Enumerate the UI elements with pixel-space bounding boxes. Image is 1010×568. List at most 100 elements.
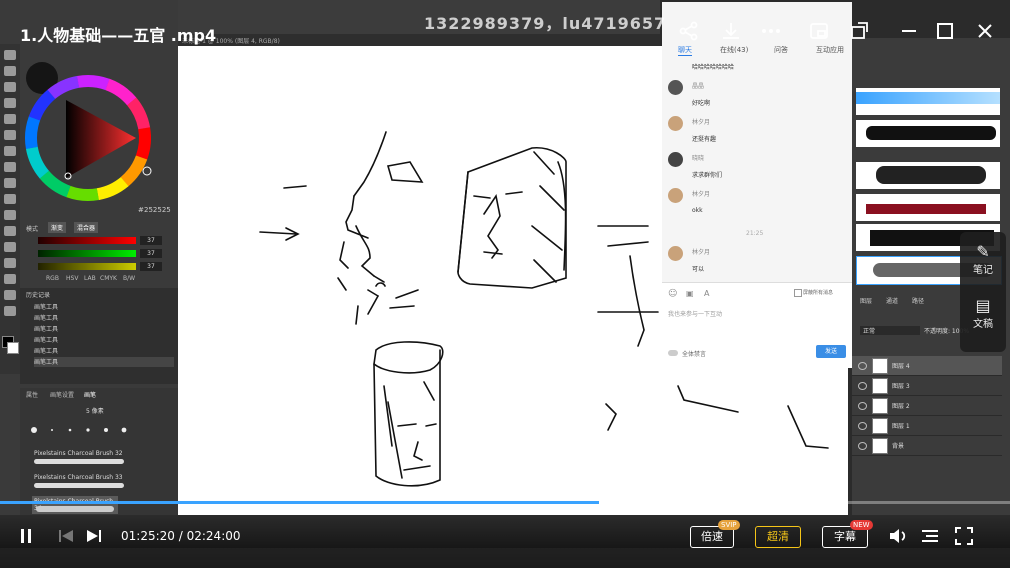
- close-icon[interactable]: [974, 20, 996, 42]
- brush-name[interactable]: Pixelstains Charcoal Brush 32: [34, 450, 123, 457]
- image-icon[interactable]: ▣: [686, 289, 694, 298]
- doc-button[interactable]: ▤ 文稿: [960, 296, 1006, 330]
- eraser-tool-icon[interactable]: [4, 162, 16, 172]
- skip-back-icon[interactable]: [18, 526, 38, 550]
- ruler-tool-icon[interactable]: [4, 274, 16, 284]
- gradient-tool-icon[interactable]: [4, 210, 16, 220]
- color-wheel[interactable]: #: [20, 56, 178, 216]
- chat-input[interactable]: 我也来参与一下互动: [668, 309, 722, 318]
- selection-tool-icon[interactable]: [4, 82, 16, 92]
- share-icon[interactable]: [678, 20, 700, 42]
- brush-preset-thumb[interactable]: [856, 88, 1000, 115]
- brush-tool-icon[interactable]: [4, 130, 16, 140]
- next-icon[interactable]: [84, 526, 104, 550]
- visibility-icon[interactable]: [858, 382, 867, 390]
- prev-icon[interactable]: [56, 526, 76, 550]
- visibility-icon[interactable]: [858, 402, 867, 410]
- fullscreen-icon[interactable]: [954, 526, 974, 550]
- history-item[interactable]: 画笔工具: [34, 313, 174, 323]
- visibility-icon[interactable]: [858, 422, 867, 430]
- layer-row[interactable]: 图层 3: [852, 376, 1002, 396]
- volume-icon[interactable]: [888, 526, 910, 550]
- text-tool-icon[interactable]: [4, 242, 16, 252]
- green-value[interactable]: 37: [140, 249, 162, 258]
- layer-row[interactable]: 背景: [852, 436, 1002, 456]
- blue-slider[interactable]: 37: [26, 262, 162, 271]
- chat-message-name: 晶晶: [692, 83, 705, 90]
- history-item-selected[interactable]: 画笔工具: [34, 357, 174, 367]
- history-item[interactable]: 画笔工具: [34, 346, 174, 356]
- model-tab-hsv[interactable]: HSV: [66, 275, 78, 282]
- color-hex-value[interactable]: 252525: [144, 206, 171, 214]
- color-tab[interactable]: 模式: [26, 224, 38, 233]
- brush-item-selected[interactable]: Pixelstains Charcoal Brush 34: [32, 496, 118, 514]
- total-time: 02:24:00: [186, 529, 241, 543]
- move-tool-icon[interactable]: [4, 50, 16, 60]
- font-icon[interactable]: A: [704, 289, 709, 298]
- download-icon[interactable]: [720, 20, 742, 42]
- quality-button[interactable]: 超清: [755, 526, 801, 548]
- lasso-tool-icon[interactable]: [4, 66, 16, 76]
- pen-tool-icon[interactable]: [4, 114, 16, 124]
- brush-tab[interactable]: 画笔设置: [50, 390, 74, 399]
- layer-row[interactable]: 图层 1: [852, 416, 1002, 436]
- color-tab[interactable]: 混合器: [74, 222, 99, 233]
- hand-tool-icon[interactable]: [4, 290, 16, 300]
- tab-apps[interactable]: 互动应用: [816, 45, 844, 55]
- tab-paths[interactable]: 路径: [912, 296, 924, 305]
- blue-value[interactable]: 37: [140, 262, 162, 271]
- more-icon[interactable]: [760, 20, 782, 42]
- hue-picker-handle[interactable]: [142, 166, 152, 176]
- tab-channels[interactable]: 通道: [886, 296, 898, 305]
- model-tab-bw[interactable]: B/W: [123, 275, 135, 282]
- picture-in-picture-icon[interactable]: [808, 20, 830, 42]
- tab-layers[interactable]: 图层: [860, 296, 872, 305]
- notes-button[interactable]: ✎ 笔记: [960, 242, 1006, 276]
- layer-row-selected[interactable]: 图层 4: [852, 356, 1002, 376]
- brush-tab[interactable]: 属性: [26, 390, 38, 399]
- pencil-tool-icon[interactable]: [4, 146, 16, 156]
- mute-toggle[interactable]: [668, 350, 678, 356]
- minimize-icon[interactable]: [898, 20, 920, 42]
- brush-size-presets[interactable]: [26, 420, 166, 438]
- float-window-icon[interactable]: [848, 20, 870, 42]
- layer-row[interactable]: 图层 2: [852, 396, 1002, 416]
- brush-preset-thumb[interactable]: [856, 120, 1000, 147]
- green-slider[interactable]: 37: [26, 249, 162, 258]
- document-tab[interactable]: 未标题-1 @ 100% (图层 4, RGB/8): [178, 34, 660, 46]
- zoom-tool-icon[interactable]: [4, 306, 16, 316]
- tab-online[interactable]: 在线(43): [720, 45, 748, 55]
- model-tab-cmyk[interactable]: CMYK: [100, 275, 117, 282]
- history-item[interactable]: 画笔工具: [34, 335, 174, 345]
- history-item[interactable]: 画笔工具: [34, 302, 174, 312]
- brush-tab[interactable]: 画笔: [84, 390, 96, 399]
- saturation-triangle[interactable]: [66, 100, 136, 178]
- blend-mode-select[interactable]: 正常: [860, 326, 920, 335]
- playlist-icon[interactable]: [920, 527, 940, 549]
- fill-tool-icon[interactable]: [4, 194, 16, 204]
- visibility-icon[interactable]: [858, 442, 867, 450]
- shape-tool-icon[interactable]: [4, 226, 16, 236]
- blend-tool-icon[interactable]: [4, 178, 16, 188]
- send-button[interactable]: 发送: [816, 345, 846, 358]
- tab-qa[interactable]: 问答: [774, 45, 788, 55]
- red-value[interactable]: 37: [140, 236, 162, 245]
- history-item[interactable]: 画笔工具: [34, 324, 174, 334]
- emoji-icon[interactable]: ☺: [668, 289, 677, 299]
- model-tab-lab[interactable]: LAB: [84, 275, 96, 282]
- history-title: 历史记录: [26, 292, 51, 299]
- brush-preset-thumb[interactable]: [856, 162, 1000, 189]
- tab-chat[interactable]: 聊天: [678, 45, 692, 56]
- maximize-icon[interactable]: [934, 20, 956, 42]
- red-slider[interactable]: 37: [26, 236, 162, 245]
- brush-name[interactable]: Pixelstains Charcoal Brush 33: [34, 474, 123, 481]
- balloon-tool-icon[interactable]: [4, 258, 16, 268]
- eyedropper-tool-icon[interactable]: [4, 98, 16, 108]
- visibility-icon[interactable]: [858, 362, 867, 370]
- brush-preset-thumb[interactable]: [856, 194, 1000, 221]
- color-tab[interactable]: 渐变: [48, 222, 67, 233]
- background-color-swatch[interactable]: [7, 342, 19, 354]
- model-tab-rgb[interactable]: RGB: [46, 275, 59, 282]
- block-checkbox[interactable]: [794, 289, 802, 297]
- brush-size-value[interactable]: 5 像素: [86, 406, 104, 415]
